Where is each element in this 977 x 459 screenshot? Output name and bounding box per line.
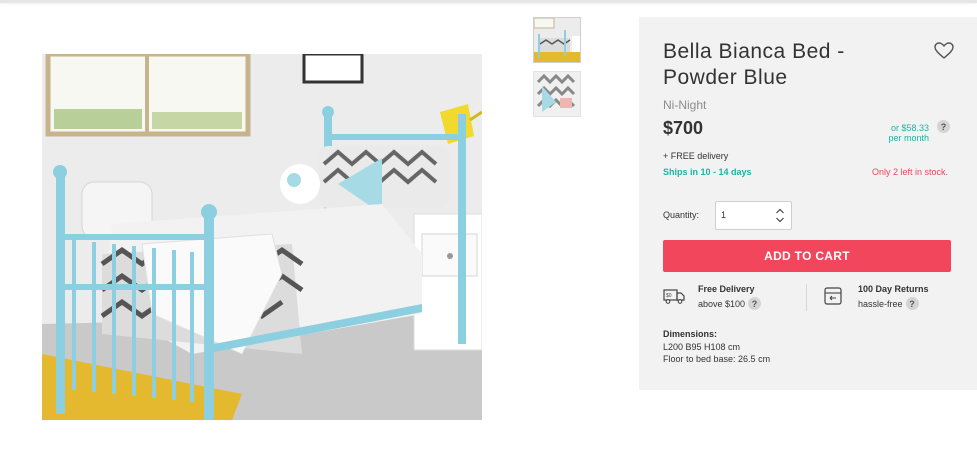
quantity-stepper[interactable]: 1 [715,201,792,230]
product-title: Bella Bianca Bed - Powder Blue [663,40,845,89]
delivery-truck-icon: $0 [663,285,685,307]
perk-subtitle: hassle-free [858,298,903,309]
thumbnail-gallery [533,17,581,125]
stock-status: Only 2 left in stock. [871,167,948,177]
monthly-help-icon[interactable]: ? [937,120,950,133]
dimensions-floor: Floor to bed base: 26.5 cm [663,354,771,364]
monthly-period: per month [888,133,929,143]
monthly-payment: or $58.33 per month [849,123,929,143]
dimensions-size: L200 B95 H108 cm [663,341,741,352]
returns-help-icon[interactable]: ? [905,297,919,310]
returns-box-icon [823,285,845,307]
free-delivery-note: + FREE delivery [663,151,729,161]
header-divider [0,0,977,3]
perk-title: Free Delivery [698,284,755,294]
perk-subtitle-row: hassle-free ? [858,297,919,310]
perk-subtitle-row: above $100 ? [698,297,762,310]
thumbnail-1[interactable] [533,17,581,63]
quantity-label: Quantity: [663,210,700,220]
wishlist-heart-icon[interactable] [934,42,954,60]
product-info-panel: Bella Bianca Bed - Powder Blue Ni-Night … [639,17,977,390]
monthly-amount: or $58.33 [890,123,929,133]
main-product-image[interactable] [42,54,482,420]
stepper-arrows-icon[interactable] [775,207,785,224]
perk-subtitle: above $100 [698,298,746,309]
svg-text:$0: $0 [666,293,672,299]
shipping-time: Ships in 10 - 14 days [663,167,752,177]
dimensions-block: Dimensions: L200 B95 H108 cm Floor to be… [663,328,770,366]
product-brand: Ni-Night [663,98,707,112]
delivery-help-icon[interactable]: ? [748,297,762,310]
product-price: $700 [663,118,704,138]
thumbnail-2[interactable] [533,71,581,117]
perk-title: 100 Day Returns [858,284,929,294]
dimensions-label: Dimensions: [663,329,718,339]
add-to-cart-button[interactable]: ADD TO CART [663,240,951,272]
perk-divider [806,284,807,311]
quantity-value: 1 [721,210,727,220]
